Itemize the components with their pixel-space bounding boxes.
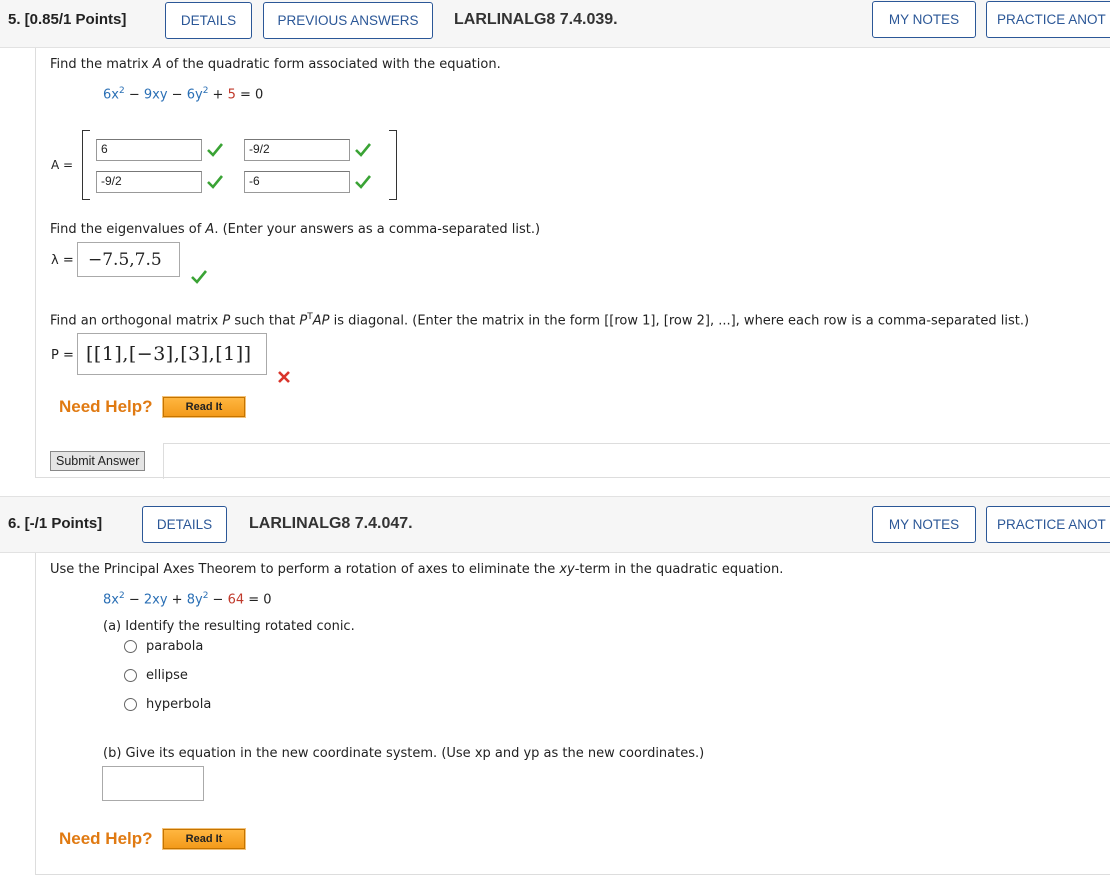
my-notes-button[interactable]: MY NOTES (872, 506, 976, 543)
matrix-a12-input[interactable]: -9/2 (244, 139, 350, 161)
need-help-label: Need Help? (59, 397, 153, 416)
p-label: P = (51, 348, 74, 363)
question-5-code: LARLINALG8 7.4.039. (454, 11, 618, 28)
question-5-number: 5. [0.85/1 Points] (8, 11, 127, 28)
question-6-code: LARLINALG8 7.4.047. (249, 515, 413, 532)
read-it-button[interactable]: Read It (162, 828, 246, 850)
rotation-prompt: Use the Principal Axes Theorem to perfor… (50, 562, 784, 577)
read-it-button[interactable]: Read It (162, 396, 246, 418)
matrix-label: A = (51, 158, 74, 172)
eigenvalues-input[interactable]: −7.5,7.5 (77, 242, 180, 277)
correct-check-icon (355, 143, 371, 157)
previous-answers-button[interactable]: PREVIOUS ANSWERS (263, 2, 433, 39)
practice-another-button[interactable]: PRACTICE ANOT (986, 506, 1110, 543)
submit-answer-button[interactable]: Submit Answer (50, 451, 146, 471)
orthogonal-prompt: Find an orthogonal matrix P such that PT… (50, 312, 1030, 329)
matrix-prompt: Find the matrix A of the quadratic form … (50, 57, 501, 72)
correct-check-icon (355, 175, 371, 189)
orthogonal-matrix-input[interactable]: [[1],[−3],[3],[1]] (77, 333, 267, 375)
radio-option-hyperbola[interactable]: hyperbola (124, 697, 211, 712)
matrix-a22-input[interactable]: -6 (244, 171, 350, 193)
matrix-a21-input[interactable]: -9/2 (96, 171, 202, 193)
correct-check-icon (207, 175, 223, 189)
incorrect-x-icon (278, 371, 290, 383)
correct-check-icon (207, 143, 223, 157)
new-equation-input[interactable] (102, 766, 204, 801)
practice-another-button[interactable]: PRACTICE ANOT (986, 1, 1110, 38)
my-notes-button[interactable]: MY NOTES (872, 1, 976, 38)
eigenvalue-prompt: Find the eigenvalues of A. (Enter your a… (50, 222, 541, 237)
details-button[interactable]: DETAILS (165, 2, 252, 39)
submit-area (163, 443, 1110, 479)
matrix-a11-input[interactable]: 6 (96, 139, 202, 161)
radio-option-parabola[interactable]: parabola (124, 639, 203, 654)
quadratic-equation: 6x2 − 9xy − 6y2 + 5 = 0 (103, 86, 264, 103)
details-button[interactable]: DETAILS (142, 506, 227, 543)
matrix-left-bracket (82, 130, 90, 200)
radio-circle[interactable] (124, 640, 137, 653)
quadratic-equation: 8x2 − 2xy + 8y2 − 64 = 0 (103, 591, 272, 608)
question-6-number: 6. [-/1 Points] (8, 515, 103, 532)
correct-check-icon (191, 270, 207, 284)
part-b-prompt: (b) Give its equation in the new coordin… (103, 746, 705, 761)
lambda-label: λ = (51, 253, 74, 268)
matrix-right-bracket (389, 130, 397, 200)
radio-circle[interactable] (124, 698, 137, 711)
radio-option-ellipse[interactable]: ellipse (124, 668, 188, 683)
radio-circle[interactable] (124, 669, 137, 682)
need-help-label: Need Help? (59, 829, 153, 848)
part-a-prompt: (a) Identify the resulting rotated conic… (103, 619, 355, 634)
